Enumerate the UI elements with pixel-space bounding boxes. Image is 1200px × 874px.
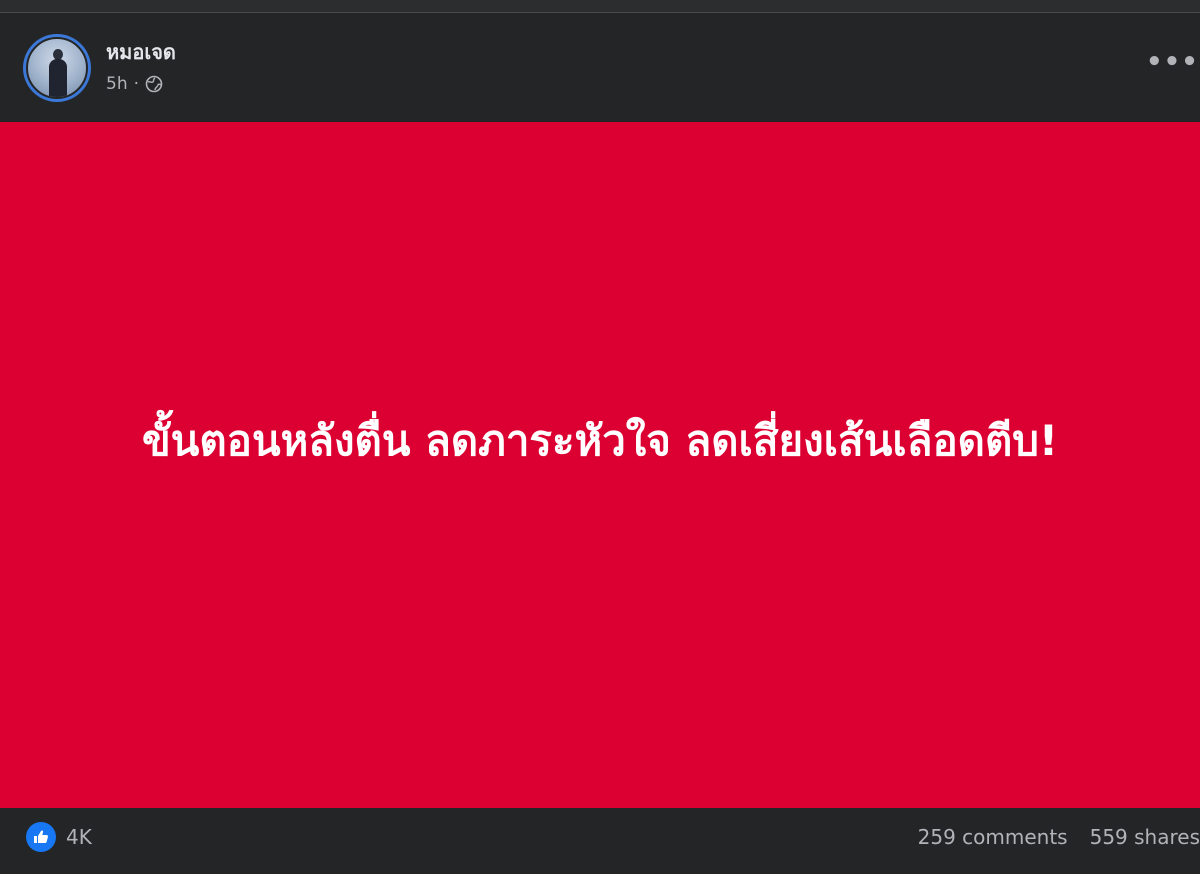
- globe-icon[interactable]: [145, 75, 163, 93]
- meta-separator: ·: [133, 74, 139, 94]
- reaction-count: 4K: [66, 825, 92, 849]
- post-image[interactable]: ขั้นตอนหลังตื่น ลดภาระหัวใจ ลดเสี่ยงเส้น…: [0, 122, 1200, 808]
- like-icon: [26, 822, 56, 852]
- author-avatar[interactable]: [23, 34, 91, 102]
- post-header: หมอเจด 5h · •••: [0, 13, 1200, 122]
- more-options-button[interactable]: •••: [1146, 49, 1198, 77]
- avatar-figure-body: [49, 59, 67, 97]
- engagement-counts: 259 comments 559 shares: [918, 822, 1200, 852]
- reactions-summary[interactable]: 4K: [26, 822, 92, 852]
- author-name[interactable]: หมอเจด: [106, 40, 176, 64]
- avatar-image: [26, 37, 88, 99]
- post-time[interactable]: 5h: [106, 73, 128, 95]
- comments-count[interactable]: 259 comments: [918, 822, 1068, 852]
- top-divider: [0, 0, 1200, 13]
- post-footer: 4K 259 comments 559 shares: [0, 808, 1200, 874]
- image-headline: ขั้นตอนหลังตื่น ลดภาระหัวใจ ลดเสี่ยงเส้น…: [141, 416, 1059, 465]
- post-card: หมอเจด 5h · ••• ขั้นตอนหลังตื่น ลดภาระหั…: [0, 0, 1200, 874]
- post-meta: 5h ·: [106, 73, 163, 95]
- shares-count[interactable]: 559 shares: [1090, 822, 1200, 852]
